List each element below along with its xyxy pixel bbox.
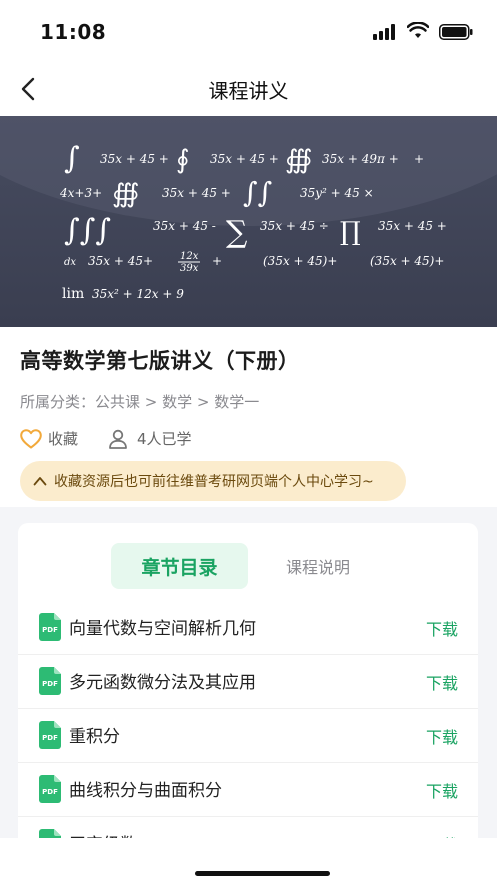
learner-label: 4人已学 [137,430,192,448]
formula-text: lim [62,286,84,302]
formula-text: 4x+3+ [59,186,102,200]
course-category: 所属分类：公共课 > 数学 > 数学一 [20,393,260,411]
download-button[interactable]: 下载 [426,724,458,748]
pdf-file-icon: PDF [39,721,61,749]
formula-text: 35x + 45 + [162,186,231,200]
nav-bar: 课程讲义 [0,62,497,116]
svg-text:PDF: PDF [42,680,58,688]
svg-text:∰: ∰ [285,145,313,175]
content-card: 章节目录 课程说明 PDF 向量代数与空间解析几何 下载 PDF 多元函数微分法… [18,523,478,853]
battery-icon [439,24,473,40]
formula-text: 35x + 45 - [153,219,216,233]
tab-label: 课程说明 [285,558,350,577]
formula-text: (35x + 45)+ [370,254,444,268]
status-bar: 11:08 [0,0,497,62]
chapter-title: 曲线积分与曲面积分 [69,781,222,801]
formula-text: 35y² + 45 × [300,186,374,200]
formula-text: 35x² + 12x + 9 [92,287,184,301]
chapter-title: 向量代数与空间解析几何 [69,619,256,639]
formula-text: (35x + 45)+ [263,254,337,268]
chapter-title: 重积分 [69,727,120,747]
chapter-row[interactable]: PDF 多元函数微分法及其应用 下载 [18,654,478,709]
formula-text: 35x + 45 + [210,152,279,166]
learner-count: 4人已学 [108,427,218,451]
svg-text:∮: ∮ [176,145,190,175]
formula-text: 35x + 45 + [100,152,169,166]
formula-text: 35x + 45 + [378,219,447,233]
download-button[interactable]: 下载 [426,616,458,640]
svg-text:12x: 12x [180,251,199,262]
favorite-label: 收藏 [48,430,79,448]
course-title: 高等数学第七版讲义（下册） [20,349,300,373]
svg-text:∑: ∑ [226,215,248,250]
course-info: 高等数学第七版讲义（下册） 所属分类：公共课 > 数学 > 数学一 收藏 4人已… [0,327,497,507]
download-button[interactable]: 下载 [426,778,458,802]
page-title: 课程讲义 [208,79,289,103]
favorite-button[interactable]: 收藏 [20,427,90,451]
svg-text:∏: ∏ [340,217,361,247]
chapter-row[interactable]: PDF 重积分 下载 [18,708,478,763]
svg-text:PDF: PDF [42,626,58,634]
svg-text:∫∫: ∫∫ [243,176,272,209]
svg-text:∫∫∫: ∫∫∫ [64,213,111,248]
svg-text:PDF: PDF [42,734,58,742]
tab-label: 章节目录 [141,557,218,579]
svg-text:∫: ∫ [64,141,80,176]
course-banner: ∫ 35x + 45 + ∮ 35x + 45 + ∰ 35x + 49π + … [0,116,497,327]
svg-text:39x: 39x [180,263,199,274]
svg-text:dx: dx [64,257,76,268]
favorite-tip: 收藏资源后也可前往维普考研网页端个人中心学习~ [20,461,406,501]
formula-text: 35x + 45 ÷ [260,219,329,233]
heart-icon [20,429,42,449]
signal-icon [373,24,395,40]
chapter-row[interactable]: PDF 向量代数与空间解析几何 下载 [18,600,478,655]
home-indicator[interactable] [195,871,330,876]
formula-text: 35x + 45+ [88,254,153,268]
status-time: 11:08 [40,20,107,44]
tip-text: 收藏资源后也可前往维普考研网页端个人中心学习~ [54,474,374,490]
person-icon [109,429,127,449]
formula-text: 35x + 49π + [322,152,399,166]
svg-text:∰: ∰ [112,179,140,209]
download-button[interactable]: 下载 [426,670,458,694]
wifi-icon [407,22,429,38]
svg-text:+: + [414,152,424,166]
chapter-title: 多元函数微分法及其应用 [69,673,256,693]
chevron-up-icon [33,477,47,486]
pdf-file-icon: PDF [39,667,61,695]
svg-text:PDF: PDF [42,788,58,796]
svg-text:+: + [212,254,222,268]
formula-banner-image: ∫ 35x + 45 + ∮ 35x + 45 + ∰ 35x + 49π + … [0,116,497,302]
chapter-row[interactable]: PDF 曲线积分与曲面积分 下载 [18,762,478,817]
tab-description[interactable]: 课程说明 [263,543,373,589]
pdf-file-icon: PDF [39,775,61,803]
pdf-file-icon: PDF [39,613,61,641]
tab-chapters[interactable]: 章节目录 [111,543,248,589]
bottom-bar [0,838,497,883]
